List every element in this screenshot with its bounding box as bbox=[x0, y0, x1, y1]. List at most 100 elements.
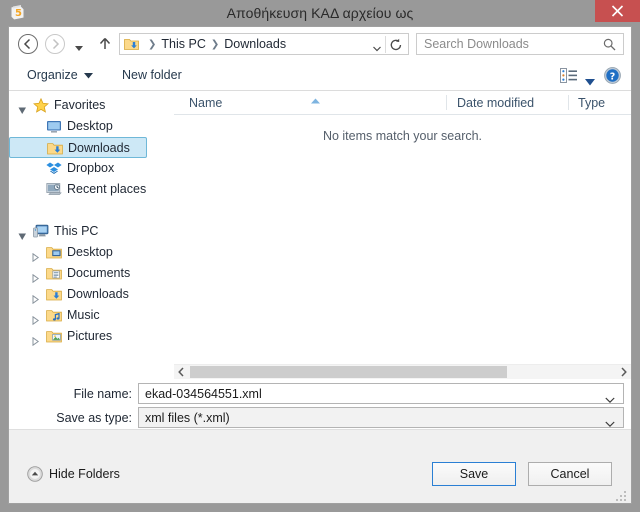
tree-item-label: Downloads bbox=[68, 141, 130, 155]
filelist-horizontal-scrollbar[interactable] bbox=[174, 364, 631, 379]
tree-item-this-pc[interactable]: This PC bbox=[9, 221, 157, 242]
empty-list-message: No items match your search. bbox=[322, 129, 483, 143]
column-header-row: Name Date modified Type bbox=[174, 91, 631, 115]
save-button[interactable]: Save bbox=[432, 462, 516, 486]
tree-item-music[interactable]: Music bbox=[9, 305, 157, 326]
tree-item-documents[interactable]: Documents bbox=[9, 263, 157, 284]
twisty-none bbox=[31, 164, 40, 173]
dropbox-icon bbox=[46, 161, 62, 176]
hide-folders-label: Hide Folders bbox=[49, 467, 120, 481]
tree-spacer bbox=[9, 200, 157, 221]
recent-locations-button[interactable] bbox=[73, 40, 85, 51]
twisty-none bbox=[32, 144, 41, 153]
tree-item-pictures[interactable]: Pictures bbox=[9, 326, 157, 347]
chevron-down-icon bbox=[83, 61, 93, 90]
dialog-body: ❯ This PC ❯ Downloads Search Downloads O… bbox=[8, 26, 632, 504]
tree-item-recent-places[interactable]: Recent places bbox=[9, 179, 157, 200]
downloads-folder-icon bbox=[46, 287, 62, 302]
tree-item-label: Favorites bbox=[54, 98, 106, 112]
chevron-down-icon[interactable] bbox=[372, 40, 382, 52]
tree-item-label: Pictures bbox=[67, 329, 113, 343]
filelist-scroll-thumb[interactable] bbox=[190, 366, 507, 378]
tree-item-dropbox[interactable]: Dropbox bbox=[9, 158, 157, 179]
breadcrumb[interactable]: ❯ This PC ❯ Downloads bbox=[143, 34, 286, 54]
tree-item-label: Music bbox=[67, 308, 100, 322]
twisty-collapsed-icon[interactable] bbox=[31, 248, 40, 263]
command-bar: Organize New folder ? bbox=[9, 61, 631, 91]
save-as-type-label: Save as type: bbox=[56, 411, 132, 425]
sort-ascending-icon bbox=[310, 91, 321, 109]
column-divider-2[interactable] bbox=[568, 95, 569, 110]
tree-item-label: Downloads bbox=[67, 287, 129, 301]
twisty-collapsed-icon[interactable] bbox=[31, 332, 40, 347]
save-as-type-select[interactable]: xml files (*.xml) bbox=[138, 407, 624, 428]
dialog-footer: Hide Folders Save Cancel bbox=[9, 429, 631, 503]
tree-item-label: Recent places bbox=[67, 182, 147, 196]
address-bar[interactable]: ❯ This PC ❯ Downloads bbox=[119, 33, 409, 55]
twisty-collapsed-icon[interactable] bbox=[31, 269, 40, 284]
cancel-button[interactable]: Cancel bbox=[528, 462, 612, 486]
refresh-icon[interactable] bbox=[389, 38, 403, 52]
file-list-pane: Name Date modified Type No items match y… bbox=[174, 91, 631, 379]
view-layout-icon[interactable] bbox=[560, 68, 577, 83]
column-divider-1[interactable] bbox=[446, 95, 447, 110]
column-header-date-modified[interactable]: Date modified bbox=[457, 91, 534, 114]
window-title: Αποθήκευση ΚΑΔ αρχείου ως bbox=[226, 5, 414, 21]
monitor-icon bbox=[46, 119, 62, 134]
tree-item-label: Dropbox bbox=[67, 161, 115, 175]
documents-folder-icon bbox=[46, 266, 62, 281]
title-bar: 5 Αποθήκευση ΚΑΔ αρχείου ως bbox=[0, 0, 640, 26]
computer-icon bbox=[33, 224, 49, 239]
tree-item-desktop[interactable]: Desktop bbox=[9, 116, 157, 137]
recent-places-icon bbox=[46, 182, 62, 197]
search-icon[interactable] bbox=[603, 38, 616, 51]
content-panes: Favorites Desktop Downloads Dropbox Recent p… bbox=[9, 91, 631, 379]
none bbox=[46, 203, 62, 218]
breadcrumb-item-1[interactable]: Downloads bbox=[224, 37, 286, 51]
star-icon bbox=[33, 97, 49, 113]
search-placeholder: Search Downloads bbox=[424, 37, 529, 51]
new-folder-label: New folder bbox=[122, 68, 182, 82]
breadcrumb-separator-1: ❯ bbox=[210, 39, 220, 50]
downloads-folder-icon bbox=[124, 37, 139, 51]
view-chevron-down-icon[interactable] bbox=[585, 73, 595, 91]
save-as-type-value: xml files (*.xml) bbox=[145, 411, 230, 425]
twisty-none bbox=[31, 185, 40, 194]
twisty-none bbox=[31, 122, 40, 131]
collapse-up-circle-icon bbox=[27, 466, 43, 482]
tree-item-favorites[interactable]: Favorites bbox=[9, 95, 157, 116]
svg-text:?: ? bbox=[610, 71, 616, 82]
twisty-none bbox=[31, 206, 40, 215]
twisty-expanded-icon[interactable] bbox=[18, 101, 27, 114]
tree-item-downloads[interactable]: Downloads bbox=[9, 284, 157, 305]
up-button[interactable] bbox=[97, 36, 113, 52]
file-name-label: File name: bbox=[73, 387, 132, 401]
tree-item-label: This PC bbox=[54, 224, 99, 238]
downloads-folder-icon bbox=[47, 141, 63, 156]
organize-button[interactable]: Organize bbox=[27, 61, 93, 90]
twisty-expanded-icon[interactable] bbox=[18, 227, 27, 240]
tree-item-desktop[interactable]: Desktop bbox=[9, 242, 157, 263]
file-name-input[interactable]: ekad-034564551.xml bbox=[138, 383, 624, 404]
breadcrumb-item-0[interactable]: This PC bbox=[161, 37, 205, 51]
desktop-folder-icon bbox=[46, 245, 62, 260]
tree-item-label: Desktop bbox=[67, 119, 113, 133]
resize-grip[interactable] bbox=[616, 489, 627, 501]
help-circle-icon[interactable]: ? bbox=[604, 67, 621, 84]
tree-item-downloads[interactable]: Downloads bbox=[9, 137, 147, 158]
organize-label: Organize bbox=[27, 68, 78, 82]
file-name-value: ekad-034564551.xml bbox=[145, 387, 262, 401]
search-input[interactable]: Search Downloads bbox=[416, 33, 624, 55]
save-dialog-window: 5 Αποθήκευση ΚΑΔ αρχείου ως ❯ This PC ❯ … bbox=[0, 0, 640, 512]
address-divider bbox=[385, 36, 386, 53]
twisty-collapsed-icon[interactable] bbox=[31, 311, 40, 326]
column-header-name[interactable]: Name bbox=[189, 91, 222, 114]
new-folder-button[interactable]: New folder bbox=[122, 61, 182, 90]
close-button[interactable] bbox=[595, 0, 640, 22]
scroll-left-icon[interactable] bbox=[174, 365, 189, 379]
back-button[interactable] bbox=[18, 34, 38, 54]
twisty-collapsed-icon[interactable] bbox=[31, 290, 40, 305]
forward-button[interactable] bbox=[45, 34, 65, 54]
scroll-right-icon[interactable] bbox=[616, 365, 631, 379]
column-header-type[interactable]: Type bbox=[578, 91, 605, 114]
